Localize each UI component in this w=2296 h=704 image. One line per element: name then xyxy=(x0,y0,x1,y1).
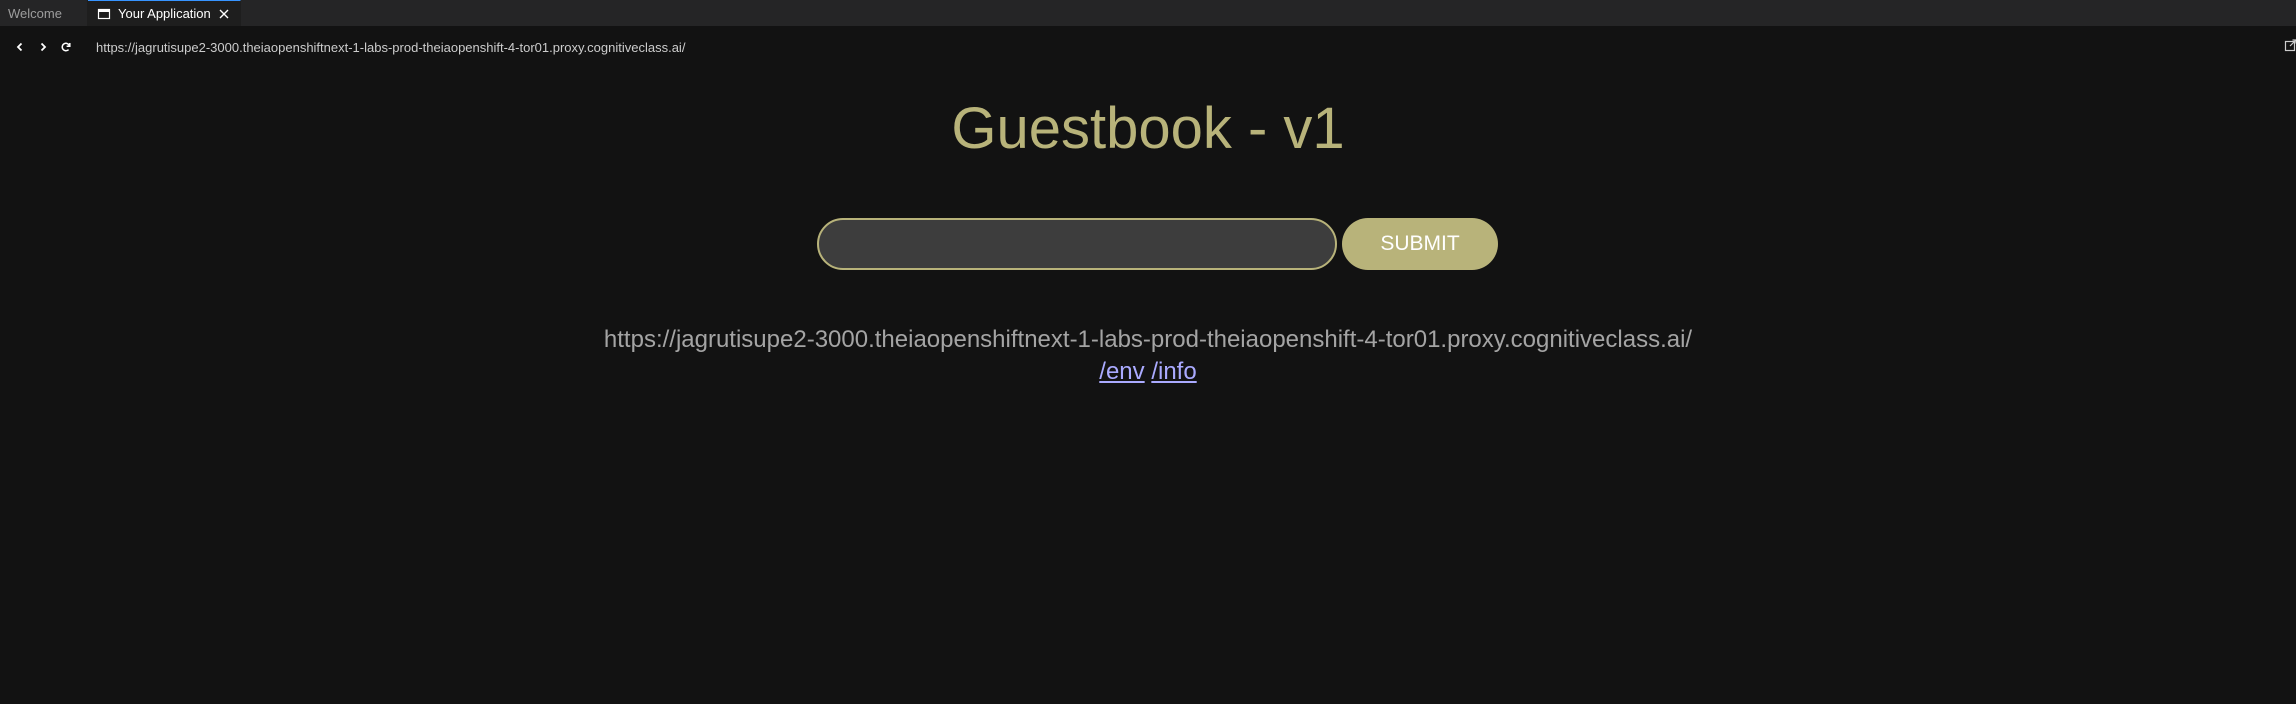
tab-label: Your Application xyxy=(118,6,211,21)
open-external-button[interactable] xyxy=(2284,38,2296,52)
footer-links: /env /info xyxy=(0,356,2296,388)
tab-label: Welcome xyxy=(8,5,62,21)
page-title: Guestbook - v1 xyxy=(951,96,1345,161)
address-bar[interactable]: https://jagrutisupe2-3000.theiaopenshift… xyxy=(96,40,685,55)
browser-window-icon xyxy=(97,7,111,21)
application-page: Guestbook - v1 SUBMIT https://jagrutisup… xyxy=(0,68,2296,704)
info-link[interactable]: /info xyxy=(1151,358,1196,385)
reload-icon xyxy=(61,42,71,52)
env-link[interactable]: /env xyxy=(1099,358,1144,385)
guestbook-entry-input[interactable] xyxy=(817,218,1337,270)
open-external-icon xyxy=(2284,39,2296,52)
back-button[interactable] xyxy=(9,36,31,58)
forward-button[interactable] xyxy=(32,36,54,58)
guestbook-form: SUBMIT xyxy=(817,218,1498,270)
submit-button[interactable]: SUBMIT xyxy=(1342,218,1498,270)
browser-toolbar: https://jagrutisupe2-3000.theiaopenshift… xyxy=(0,26,2296,68)
host-url-text: https://jagrutisupe2-3000.theiaopenshift… xyxy=(603,326,1693,353)
tab-welcome[interactable]: Welcome xyxy=(0,0,88,26)
back-icon xyxy=(16,42,23,52)
tab-your-application[interactable]: Your Application xyxy=(88,0,241,26)
tab-bar: Welcome Your Application xyxy=(0,0,2296,26)
forward-icon xyxy=(40,42,47,52)
close-icon[interactable] xyxy=(217,7,231,21)
reload-button[interactable] xyxy=(55,36,77,58)
